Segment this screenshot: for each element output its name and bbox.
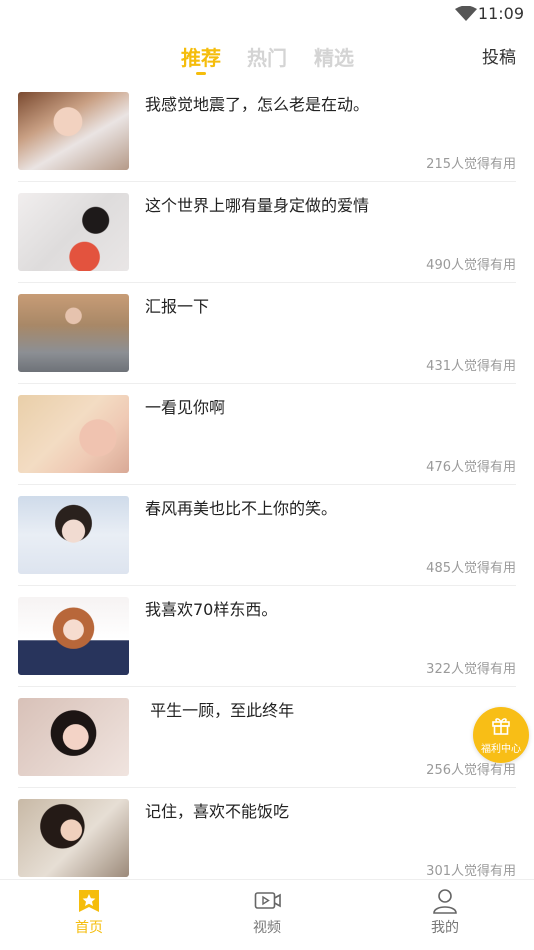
post-title[interactable]: 我感觉地震了，怎么老是在动。	[145, 91, 369, 115]
home-star-icon	[79, 890, 99, 912]
list-item[interactable]: 记住，喜欢不能饭吃 301人觉得有用	[18, 788, 516, 879]
post-likes-count: 490人觉得有用	[426, 258, 516, 273]
list-item[interactable]: 这个世界上哪有量身定做的爱情 490人觉得有用	[18, 182, 516, 283]
list-item[interactable]: 汇报一下 431人觉得有用	[18, 283, 516, 384]
tab-recommend[interactable]: 推荐	[181, 42, 221, 71]
status-time: 11:09	[477, 4, 524, 23]
post-thumbnail[interactable]	[18, 496, 129, 574]
bottom-nav-video-label: 视频	[253, 920, 281, 936]
welfare-center-label: 福利中心	[481, 744, 521, 755]
post-title[interactable]: 这个世界上哪有量身定做的爱情	[145, 192, 369, 216]
post-likes-count: 322人觉得有用	[426, 662, 516, 677]
post-thumbnail[interactable]	[18, 193, 129, 271]
list-item[interactable]: 春风再美也比不上你的笑。 485人觉得有用	[18, 485, 516, 586]
post-thumbnail[interactable]	[18, 799, 129, 877]
tab-hot[interactable]: 热门	[247, 42, 287, 71]
submit-post-button[interactable]: 投稿	[482, 43, 516, 68]
post-title[interactable]: 我喜欢70样东西。	[145, 596, 277, 620]
user-icon	[433, 889, 457, 914]
post-thumbnail[interactable]	[18, 395, 129, 473]
post-likes-count: 301人觉得有用	[426, 864, 516, 879]
list-item[interactable]: 我喜欢70样东西。 322人觉得有用	[18, 586, 516, 687]
list-item[interactable]: 平生一顾，至此终年 256人觉得有用	[18, 687, 516, 788]
post-likes-count: 476人觉得有用	[426, 460, 516, 475]
post-title[interactable]: 一看见你啊	[145, 394, 225, 418]
post-likes-count: 431人觉得有用	[426, 359, 516, 374]
welfare-center-button[interactable]: 福利中心	[473, 707, 529, 763]
post-title[interactable]: 记住，喜欢不能饭吃	[145, 798, 289, 822]
bottom-nav-home-label: 首页	[75, 920, 103, 936]
list-item[interactable]: 一看见你啊 476人觉得有用	[18, 384, 516, 485]
bottom-nav-video[interactable]: 视频	[207, 880, 327, 950]
post-likes-count: 485人觉得有用	[426, 561, 516, 576]
post-feed[interactable]: 我感觉地震了，怎么老是在动。 215人觉得有用 这个世界上哪有量身定做的爱情 4…	[0, 81, 534, 879]
post-thumbnail[interactable]	[18, 698, 129, 776]
bottom-nav: 首页 视频 我的	[0, 879, 534, 949]
tab-featured[interactable]: 精选	[314, 42, 354, 71]
post-thumbnail[interactable]	[18, 294, 129, 372]
post-title[interactable]: 平生一顾，至此终年	[145, 697, 294, 721]
post-thumbnail[interactable]	[18, 92, 129, 170]
post-title[interactable]: 春风再美也比不上你的笑。	[145, 495, 337, 519]
top-nav: 推荐 热门 精选 投稿	[0, 34, 534, 78]
post-likes-count: 215人觉得有用	[426, 157, 516, 172]
post-thumbnail[interactable]	[18, 597, 129, 675]
bottom-nav-home[interactable]: 首页	[29, 880, 149, 950]
status-bar: 11:09	[0, 0, 534, 30]
active-tab-indicator	[196, 72, 206, 75]
bottom-nav-profile[interactable]: 我的	[385, 880, 505, 950]
list-item[interactable]: 我感觉地震了，怎么老是在动。 215人觉得有用	[18, 81, 516, 182]
gift-icon	[492, 718, 510, 735]
video-icon	[254, 892, 281, 909]
post-title[interactable]: 汇报一下	[145, 293, 209, 317]
bottom-nav-profile-label: 我的	[431, 920, 459, 936]
wifi-icon	[455, 6, 477, 21]
